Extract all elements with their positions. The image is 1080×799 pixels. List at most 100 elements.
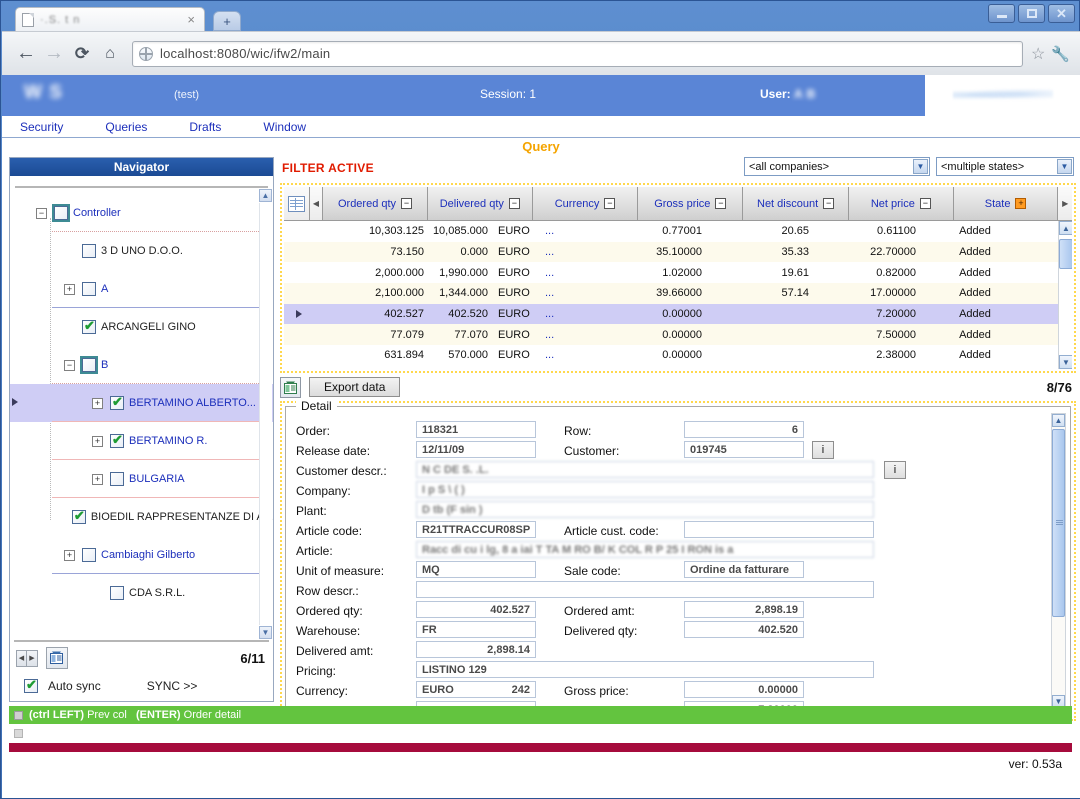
row-selector-cell[interactable] [284,304,310,325]
tree-item-checkbox[interactable] [110,586,124,600]
table-row[interactable]: 10,303.125 10,085.000 EURO... 0.77001 20.65 0… [284,221,1072,242]
cell-net-price[interactable]: 7.20000 [815,304,922,325]
table-row[interactable]: 402.527 402.520 EURO... 0.00000 7.20000 Added [284,303,1072,325]
table-row[interactable]: 2,100.000 1,344.000 EURO... 39.66000 57.14 17… [284,283,1072,304]
cell-gross-price[interactable]: 35.10000 [601,242,708,263]
cell-currency-expand[interactable]: ... [537,283,601,304]
cell-state[interactable]: Added [922,242,1028,263]
row-input[interactable]: 6 [684,421,804,438]
browser-tab[interactable]: ·.S. t n × [15,7,205,31]
tree-item[interactable]: ARCANGELI GINO [10,308,273,346]
column-header-net-discount[interactable]: Net discount − [743,187,849,220]
collapse-node-icon[interactable]: − [36,207,47,219]
forward-button[interactable]: → [40,40,68,68]
collapse-node-icon[interactable]: − [64,359,75,371]
warehouse-input[interactable]: FR [416,621,536,638]
article-code-input[interactable]: R21TTRACCUR08SP [416,521,536,538]
column-header-gross-price[interactable]: Gross price − [638,187,744,220]
table-row[interactable]: 2,000.000 1,990.000 EURO... 1.02000 19.61 0.8… [284,262,1072,284]
column-collapse-icon[interactable]: − [508,198,520,209]
ordered-amt-input[interactable]: 2,898.19 [684,601,804,618]
cell-state[interactable]: Added [922,283,1028,304]
cell-net-price[interactable]: 0.61100 [815,221,922,242]
expand-node-icon[interactable]: + [64,549,75,561]
scroll-up-icon[interactable]: ▲ [259,189,272,202]
delivered-amt-input[interactable]: 2,898.14 [416,641,536,658]
cell-state[interactable]: Added [922,324,1028,345]
row-selector-cell[interactable] [284,262,310,283]
cell-delivered-qty[interactable]: 1,990.000 [430,262,494,283]
column-collapse-icon[interactable]: − [401,198,413,209]
company-filter-select[interactable]: <all companies> ▼ [744,157,930,176]
tree-item[interactable]: − B [10,346,273,384]
cell-gross-price[interactable]: 1.02000 [601,262,708,283]
cell-currency[interactable]: EURO [494,283,537,304]
column-header-net-price[interactable]: Net price − [848,187,954,220]
tree-item[interactable]: BIOEDIL RAPPRESENTANZE DI A... [10,498,273,536]
export-spreadsheet-icon[interactable] [280,376,301,398]
tree-item-checkbox[interactable] [80,356,98,374]
close-window-button[interactable]: ✕ [1048,4,1075,23]
column-collapse-icon[interactable]: − [823,198,835,209]
tree-item[interactable]: + A [10,270,273,308]
cell-currency-expand[interactable]: ... [537,262,601,283]
tree-item[interactable]: CDA S.R.L. [10,574,273,612]
back-button[interactable]: ← [12,40,40,68]
cell-currency[interactable]: EURO [494,345,537,366]
cell-delivered-qty[interactable]: 570.000 [430,345,494,366]
tree-item-checkbox[interactable] [82,244,96,258]
tree-item[interactable]: + BERTAMINO ALBERTO... [10,384,273,422]
cell-net-discount[interactable]: 35.33 [708,242,815,263]
plant-input[interactable]: D tb (F sin ) [416,501,874,518]
cell-state[interactable]: Added [922,221,1028,242]
cell-net-price[interactable]: 22.70000 [815,242,922,263]
cell-currency-expand[interactable]: ... [537,221,601,242]
tree-item-checkbox[interactable] [110,472,124,486]
cell-ordered-qty[interactable]: 10,303.125 [324,221,430,242]
cell-delivered-qty[interactable]: 10,085.000 [430,221,494,242]
grid-scroll-thumb[interactable] [1059,239,1072,269]
cell-delivered-qty[interactable]: 0.000 [430,242,494,263]
grid-scroll-left-button[interactable]: ◀ [309,187,324,220]
ordered-qty-input[interactable]: 402.527 [416,601,536,618]
column-header-delivered-qty[interactable]: Delivered qty − [427,187,533,220]
detail-scroll-thumb[interactable] [1052,429,1065,617]
cell-state[interactable]: Added [922,345,1028,366]
cell-currency-expand[interactable]: ... [537,242,601,263]
tree-item-checkbox[interactable] [82,282,96,296]
export-data-button[interactable]: Export data [309,377,401,397]
minimize-button[interactable] [988,4,1015,23]
cell-net-price[interactable]: 0.82000 [815,262,922,283]
cell-delivered-qty[interactable]: 402.520 [430,304,494,325]
cell-state[interactable]: Added [922,304,1028,325]
company-input[interactable]: I p S \ ( ) [416,481,874,498]
column-header-ordered-qty[interactable]: Ordered qty − [323,187,428,220]
cell-currency-expand[interactable]: ... [537,345,601,366]
row-selector-cell[interactable] [284,345,310,366]
cell-ordered-qty[interactable]: 77.079 [324,324,430,345]
cell-ordered-qty[interactable]: 631.894 [324,345,430,366]
menu-item-window[interactable]: Window [263,120,306,134]
row-selector-cell[interactable] [284,283,310,304]
customer-info-button[interactable]: i [812,441,834,459]
cell-delivered-qty[interactable]: 1,344.000 [430,283,494,304]
cell-currency[interactable]: EURO [494,221,537,242]
cell-gross-price[interactable]: 0.00000 [601,324,708,345]
cell-currency[interactable]: EURO [494,304,537,325]
auto-sync-checkbox[interactable] [24,677,38,693]
scroll-track[interactable] [259,203,272,625]
cell-ordered-qty[interactable]: 2,100.000 [324,283,430,304]
chevron-down-icon[interactable]: ▼ [913,159,928,174]
state-filter-select[interactable]: <multiple states> ▼ [936,157,1074,176]
cell-net-discount[interactable]: 19.61 [708,262,815,283]
tree-item[interactable]: + BULGARIA [10,460,273,498]
tree-item-checkbox[interactable] [110,394,124,410]
article-input[interactable]: Racc di cu i lg, 8 a iai T TA M RO B/ K … [416,541,874,558]
cell-currency[interactable]: EURO [494,324,537,345]
cell-gross-price[interactable]: 0.77001 [601,221,708,242]
sale-code-input[interactable]: Ordine da fatturare [684,561,804,578]
cell-net-discount[interactable]: 57.14 [708,283,815,304]
detail-scroll-up-icon[interactable]: ▲ [1052,414,1065,427]
cell-gross-price[interactable]: 39.66000 [601,283,708,304]
expand-node-icon[interactable]: + [92,473,103,485]
